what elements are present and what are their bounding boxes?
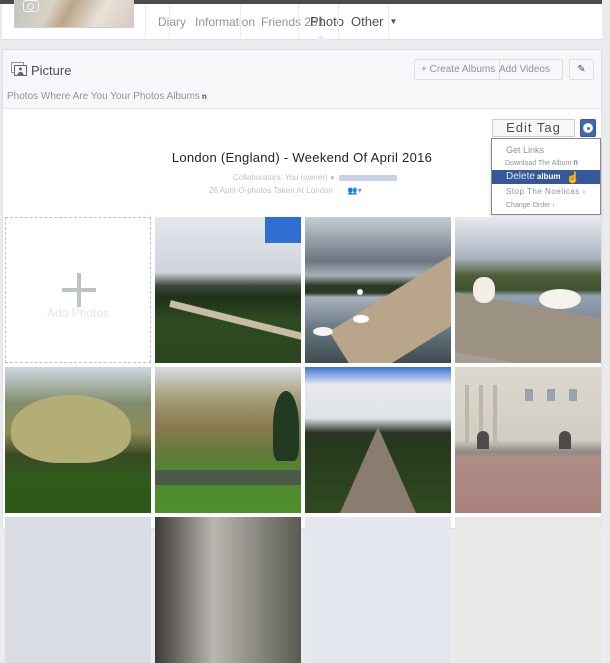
- timeline-nav: Diary Information Friends 251 Photo Othe…: [2, 0, 602, 40]
- photo-lake-swans[interactable]: [305, 217, 451, 363]
- conifer: [273, 391, 299, 461]
- blossom-canopy: [11, 395, 131, 463]
- path: [340, 427, 416, 513]
- panel-title: Picture: [31, 63, 72, 78]
- create-album-button-group: + Create Albums Add Videos: [414, 59, 563, 80]
- archway: [559, 431, 571, 449]
- swan: [473, 277, 495, 303]
- photo-buckingham-palace[interactable]: [455, 367, 601, 513]
- sky-patch: [265, 217, 301, 243]
- tab-other[interactable]: Other ▼: [351, 4, 397, 40]
- edit-tag-button[interactable]: Edit Tag: [492, 119, 575, 137]
- photo-blossom-tree[interactable]: [5, 367, 151, 513]
- edit-button[interactable]: ✎: [569, 59, 594, 80]
- nav-divider: [145, 4, 146, 40]
- album-collaborators: Collaborators: You (owner) ●: [233, 173, 397, 182]
- gear-icon: [584, 124, 592, 132]
- collaborators-text: Collaborators: You (owner) ●: [233, 173, 335, 182]
- swan: [357, 289, 363, 295]
- photo-row3-3[interactable]: [305, 517, 451, 663]
- add-photos-tile[interactable]: Add Photos: [5, 217, 151, 363]
- window: [525, 389, 533, 401]
- nav-divider: [298, 4, 299, 40]
- column: [465, 385, 469, 445]
- pencil-icon: ✎: [577, 64, 586, 75]
- profile-picture[interactable]: [14, 0, 134, 28]
- page-scrollbar[interactable]: [602, 40, 610, 519]
- photos-panel: Picture + Create Albums Add Videos ✎ Pho…: [2, 49, 602, 663]
- photo-long-path[interactable]: [305, 367, 451, 513]
- path-stripe: [169, 300, 301, 346]
- nav-divider: [338, 4, 339, 40]
- create-album-button[interactable]: + Create Albums: [421, 64, 495, 75]
- menu-item-suffix: ›: [582, 187, 586, 196]
- collaborator-name[interactable]: [338, 174, 397, 181]
- caret-down-icon: ▼: [389, 17, 398, 26]
- photo-garden-trees[interactable]: [155, 367, 301, 513]
- shore-stripe: [329, 246, 451, 363]
- photos-subnav: Photos Where Are You Your Photos Albums n: [7, 91, 207, 102]
- tab-other-label: Other: [351, 14, 384, 29]
- menu-item-label: Change Order: [506, 202, 551, 209]
- photo-park-field-path[interactable]: [155, 217, 301, 363]
- menu-item-delete-album[interactable]: Delete album ☝: [492, 170, 600, 184]
- menu-item-suffix: album: [536, 172, 561, 181]
- swan: [313, 327, 333, 336]
- add-videos-button[interactable]: Add Videos: [499, 60, 550, 79]
- nav-divider: [388, 4, 389, 40]
- plus-icon-vertical: [77, 273, 81, 307]
- tab-information[interactable]: Information: [195, 4, 255, 40]
- album-title: London (England) - Weekend Of April 2016: [171, 150, 433, 165]
- album-meta: 26 April-O-photos Taken At London · 👥▾: [209, 186, 362, 195]
- window: [547, 389, 555, 401]
- album-meta-text: 26 April-O-photos Taken At London ·: [209, 186, 338, 195]
- add-photos-label: Add Photos: [46, 306, 110, 320]
- swan: [539, 289, 581, 309]
- picture-icon: [11, 62, 27, 76]
- menu-item-suffix: ›: [552, 202, 555, 209]
- hand-cursor-icon: ☝: [566, 172, 580, 184]
- active-tab-pointer: [316, 35, 326, 40]
- tab-diary[interactable]: Diary: [158, 4, 186, 40]
- swan: [353, 315, 369, 323]
- subnav-badge: n: [201, 92, 207, 101]
- panel-header: Picture + Create Albums Add Videos ✎ Pho…: [3, 50, 601, 108]
- album-view: Edit Tag Get Links Download The Album n …: [3, 108, 601, 663]
- photo-row3-1[interactable]: [5, 517, 151, 663]
- window: [569, 389, 577, 401]
- menu-item-label: Stop The Noelicas: [506, 187, 580, 196]
- album-options-button[interactable]: [580, 119, 596, 137]
- archway: [477, 431, 489, 449]
- nav-divider: [240, 4, 241, 40]
- camera-icon[interactable]: [23, 0, 39, 12]
- nav-divider: [169, 4, 170, 40]
- photo-swans-shore[interactable]: [455, 217, 601, 363]
- photo-row3-2[interactable]: [155, 517, 301, 663]
- subnav-links[interactable]: Photos Where Are You Your Photos Albums: [7, 91, 200, 102]
- pond: [155, 470, 301, 485]
- column: [493, 385, 497, 445]
- audience-selector-icon[interactable]: 👥▾: [348, 186, 362, 195]
- menu-item-change-order[interactable]: Change Order ›: [492, 199, 600, 213]
- menu-item-label: Delete: [506, 171, 535, 182]
- photo-row3-4[interactable]: [455, 517, 601, 663]
- menu-item-stop-notifications[interactable]: Stop The Noelicas ›: [492, 185, 600, 199]
